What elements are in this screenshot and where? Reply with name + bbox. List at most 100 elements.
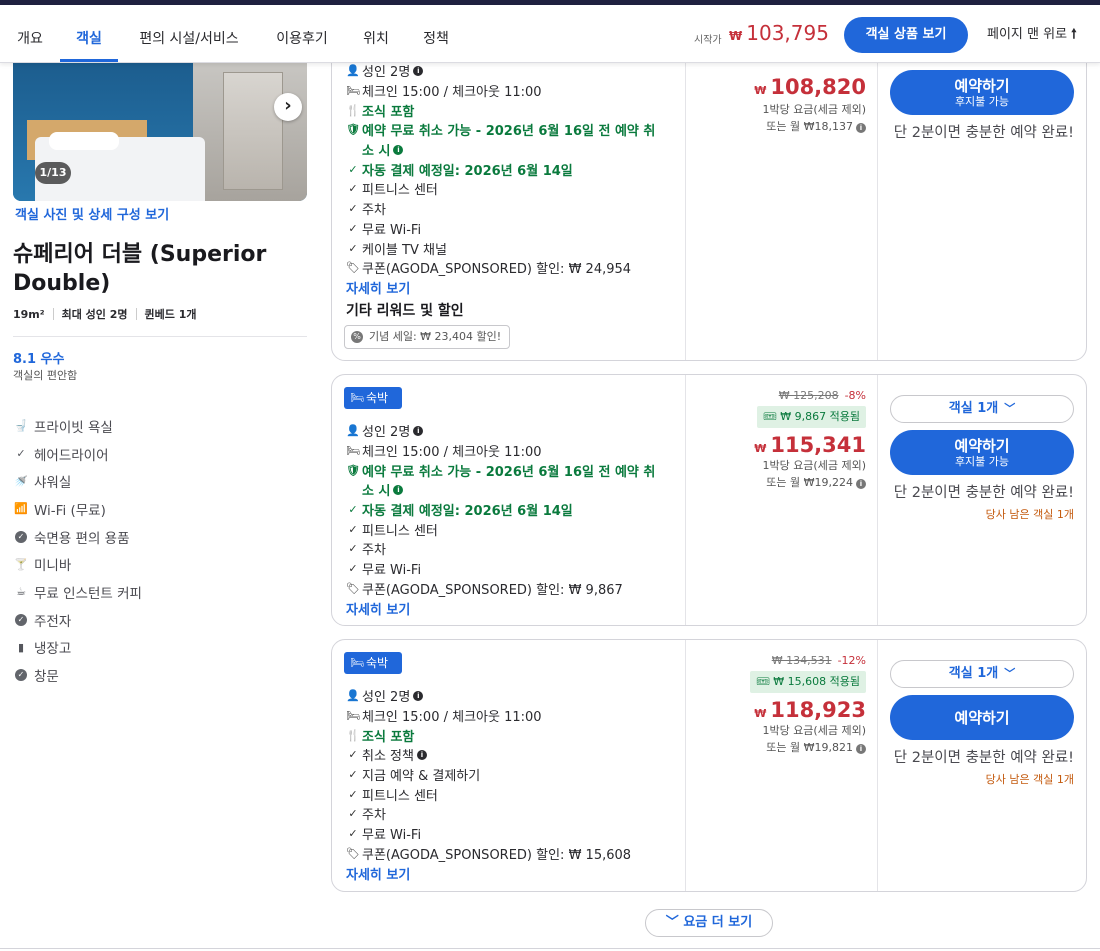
chevron-down-icon: ﹀: [1004, 667, 1016, 680]
list-item: ✓ 숙면용 편의 용품: [14, 523, 304, 551]
price-column: ₩ 125,208 -8% 🎟 ₩ 9,867 적용됨 ₩115,341 1박당 …: [686, 389, 866, 491]
details-link[interactable]: 자세히 보기: [346, 598, 655, 618]
room-photo-link[interactable]: 객실 사진 및 상세 구성 보기: [15, 204, 169, 223]
info-icon[interactable]: i: [416, 749, 427, 760]
check-circle-icon: ✓: [14, 613, 28, 627]
divider: [0, 948, 1100, 949]
tag-icon: 🏷: [346, 581, 360, 595]
tab-location[interactable]: 위치: [352, 5, 400, 62]
room-occupancy: 최대 성인 2명: [61, 308, 128, 321]
info-icon[interactable]: i: [393, 484, 404, 495]
tab-overview[interactable]: 개요: [6, 5, 54, 62]
book-button[interactable]: 예약하기 후지불 가능: [890, 70, 1074, 115]
tab-rooms[interactable]: 객실: [60, 5, 118, 62]
original-price: ₩ 134,531 -12%: [771, 654, 866, 667]
info-icon[interactable]: i: [413, 690, 424, 701]
room-bed: 퀸베드 1개: [144, 308, 197, 321]
check-icon: ✓: [348, 787, 358, 801]
back-to-top-link[interactable]: 페이지 맨 위로 🠕: [987, 23, 1077, 47]
check-icon: ✓: [348, 221, 358, 235]
details-link[interactable]: 자세히 보기: [346, 278, 655, 298]
price-column: ₩108,820 1박당 요금(세금 제외) 또는 월 ₩18,137 i: [686, 75, 866, 135]
list-item: 👤 성인 2명 i: [346, 421, 655, 441]
list-item: 🍴 조식 포함: [346, 103, 415, 120]
rooms-left-note: 당사 남은 객실 1개: [985, 508, 1074, 521]
tab-facilities[interactable]: 편의 시설/서비스: [128, 5, 250, 62]
check-icon: ✓: [348, 182, 358, 196]
person-icon: 👤: [346, 689, 360, 703]
room-quantity-select[interactable]: 객실 1개 ﹀: [890, 395, 1074, 423]
offer-card: 👤 성인 2명 i 🛏 체크인 15:00 / 체크아웃 11:00 🍴 조식 포함 🛡…: [331, 28, 1087, 361]
list-item: ✓ 주차: [346, 199, 655, 219]
fast-booking-note: 단 2분이면 충분한 예약 완료!: [893, 750, 1074, 766]
fork-knife-icon: 🍴: [346, 103, 360, 117]
check-icon: ✓: [348, 542, 358, 556]
divider: [13, 336, 307, 337]
book-button[interactable]: 예약하기 후지불 가능: [890, 430, 1074, 475]
list-item: ✓ 피트니스 센터: [346, 179, 655, 199]
list-item: 🏷 쿠폰(AGODA_SPONSORED) 할인: ₩ 24,954: [346, 261, 632, 278]
offer-card: 🛏 숙박 👤 성인 2명 i 🛏 체크인 15:00 / 체크아웃 11:00 🛡 예약 …: [331, 374, 1087, 626]
list-item: 🚽 프라이빗 욕실: [14, 419, 113, 436]
info-icon[interactable]: i: [856, 479, 866, 489]
tab-reviews[interactable]: 이용후기: [262, 5, 342, 62]
shield-check-icon: 🛡: [346, 123, 360, 137]
room-quantity-select[interactable]: 객실 1개 ﹀: [890, 660, 1074, 688]
arrow-up-icon: 🠕: [1071, 27, 1077, 42]
column-divider: [877, 29, 878, 360]
chevron-right-icon[interactable]: ›: [274, 93, 302, 121]
list-item: 🍸 미니바: [14, 557, 72, 575]
list-item: ✓ 무료 Wi-Fi: [346, 824, 631, 844]
ticket-icon: 🎟: [755, 675, 770, 688]
price: ₩115,341: [754, 433, 866, 457]
list-item: ✓ 창문: [14, 661, 304, 689]
cocktail-icon: 🍸: [14, 557, 28, 571]
tag-icon: 🏷: [346, 846, 360, 860]
ticket-icon: 🎟: [762, 410, 777, 423]
check-icon: ✓: [348, 748, 358, 762]
percent-badge-icon: %: [351, 331, 363, 343]
room-photo[interactable]: › 1/13: [13, 62, 307, 201]
view-rooms-button[interactable]: 객실 상품 보기: [844, 17, 968, 53]
price: ₩118,923: [754, 698, 866, 722]
price-from-label: 시작가: [694, 35, 722, 46]
check-circle-icon: ✓: [14, 530, 28, 544]
list-item: ✓ 무료 Wi-Fi: [346, 219, 655, 239]
chevron-down-icon: ﹀: [1004, 402, 1016, 415]
toilet-icon: 🚽: [14, 419, 28, 433]
fridge-icon: ▮: [17, 640, 25, 654]
column-divider: [877, 640, 878, 891]
list-item: ✓ 케이블 TV 채널: [346, 238, 655, 258]
price: ₩108,820: [754, 75, 866, 99]
info-icon[interactable]: i: [393, 144, 404, 155]
stay-badge: 🛏 숙박: [344, 387, 402, 409]
action-column: 객실 1개 ﹀ 예약하기 단 2분이면 충분한 예약 완료! 당사 남은 객실 1…: [890, 660, 1074, 787]
info-icon[interactable]: i: [413, 425, 424, 436]
list-item: 🛡 예약 무료 취소 가능 - 2026년 6월 16일 전 예약 취: [346, 123, 656, 140]
more-rates-button[interactable]: ﹀ 요금 더 보기: [645, 909, 773, 937]
bed-icon: 🛏: [346, 444, 360, 458]
bed-icon: 🛏: [350, 656, 364, 669]
coupon-applied-badge: 🎟 ₩ 15,608 적용됨: [749, 671, 866, 693]
details-link[interactable]: 자세히 보기: [346, 863, 631, 883]
monthly-price: 또는 월 ₩19,224 i: [686, 474, 866, 491]
amenity-list: 🚽 프라이빗 욕실 ✓ 헤어드라이어 🚿 샤워실 📶 Wi-Fi (무료) ✓ 숙면용 편…: [14, 412, 304, 689]
monthly-price: 또는 월 ₩19,821 i: [686, 739, 866, 756]
rooms-left-note: 당사 남은 객실 1개: [985, 773, 1074, 786]
list-item: ✓ 취소 정책 i: [346, 745, 631, 765]
check-icon: ✓: [348, 241, 358, 255]
action-column: 객실 1개 ﹀ 예약하기 후지불 가능 단 2분이면 충분한 예약 완료! 당사 남…: [890, 395, 1074, 522]
check-icon: ✓: [348, 768, 358, 782]
tab-policy[interactable]: 정책: [410, 5, 462, 62]
check-icon: ✓: [16, 447, 26, 461]
list-item: ✓ 피트니스 센터: [346, 784, 631, 804]
info-icon[interactable]: i: [856, 123, 866, 133]
monthly-price: 또는 월 ₩18,137 i: [686, 118, 866, 135]
bed-icon: 🛏: [346, 709, 360, 723]
offer-features: 👤 성인 2명 i 🛏 체크인 15:00 / 체크아웃 11:00 🍴 조식 포함 ✓…: [346, 686, 631, 883]
info-icon[interactable]: i: [413, 65, 424, 76]
book-button[interactable]: 예약하기: [890, 695, 1074, 740]
info-icon[interactable]: i: [856, 744, 866, 754]
list-item: ✓ 무료 Wi-Fi: [346, 559, 655, 579]
shield-check-icon: 🛡: [346, 463, 360, 477]
